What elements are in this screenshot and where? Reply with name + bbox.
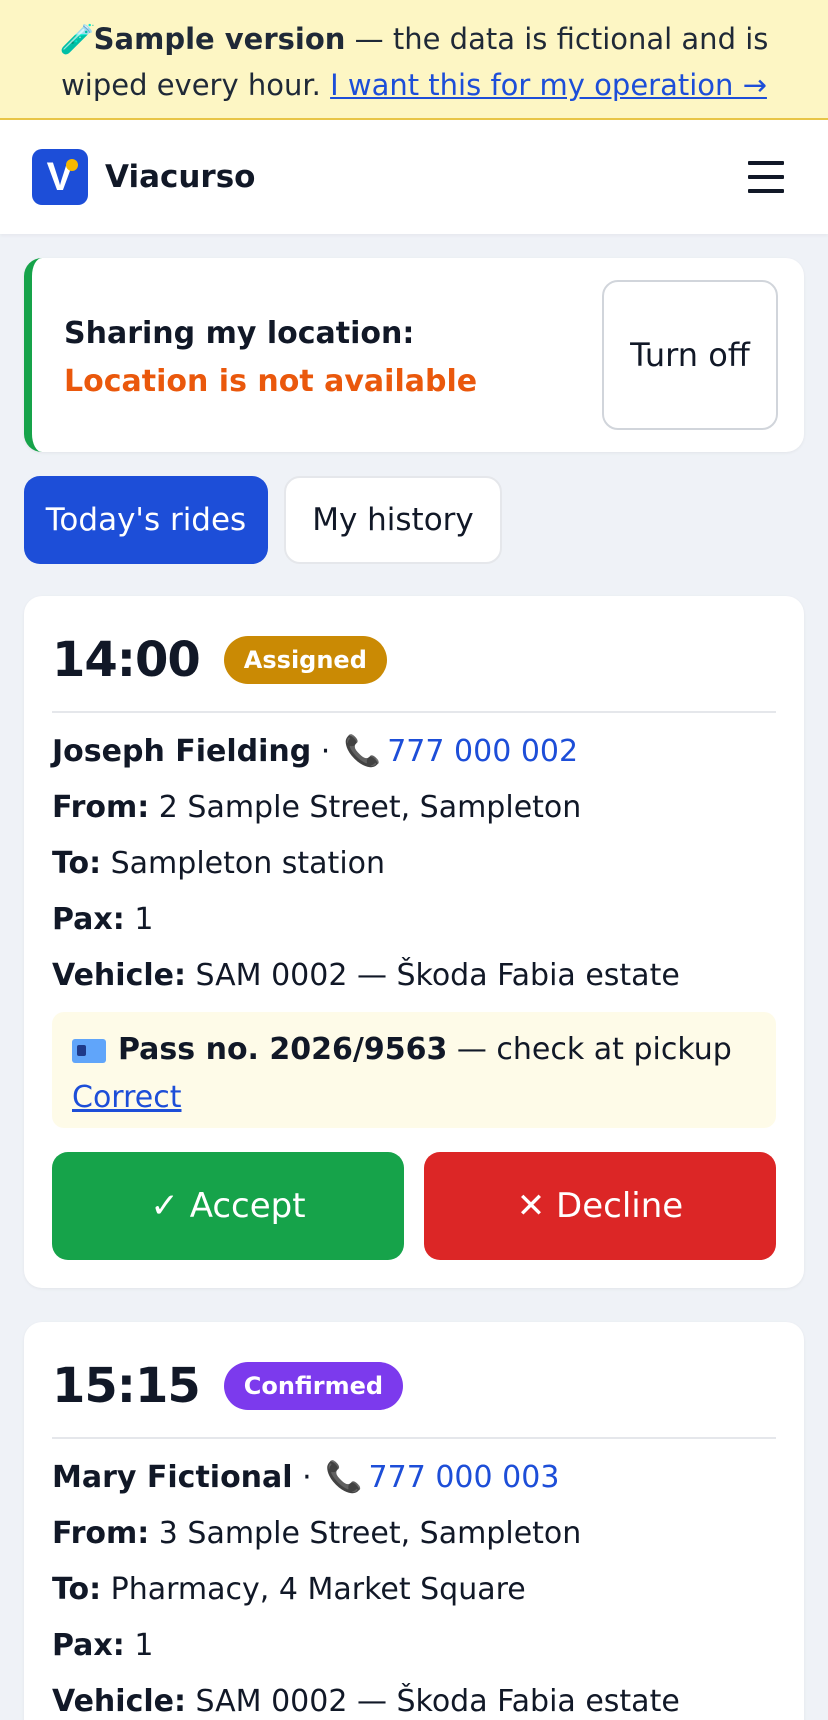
pax-count: 1 [124,1628,154,1663]
to-address: Sampleton station [101,846,386,881]
status-badge: Assigned [223,636,387,684]
demo-banner: 🧪Sample version — the data is fictional … [0,0,828,120]
vehicle-line: Vehicle: SAM 0002 — Škoda Fabia estate [52,958,680,993]
turn-off-location-button[interactable]: Turn off [602,280,778,430]
brand-name: Viacurso [105,159,256,195]
id-card-icon [72,1038,106,1063]
vehicle-line: Vehicle: SAM 0002 — Škoda Fabia estate [52,1684,680,1719]
passenger-line: Mary Fictional · 📞 777 000 003 [52,1460,560,1495]
pax-line: Pax: 1 [52,1628,154,1663]
phone-icon: 📞 [343,734,382,769]
pass-number: Pass no. 2026/9563 [118,1032,448,1067]
from-address: 3 Sample Street, Sampleton [149,1516,582,1551]
logo-icon: V [32,149,88,205]
to-address: Pharmacy, 4 Market Square [101,1572,526,1607]
tab-my-history[interactable]: My history [284,476,502,564]
to-line: To: Pharmacy, 4 Market Square [52,1572,526,1607]
divider [52,1437,776,1439]
decline-button[interactable]: ✕ Decline [424,1152,776,1260]
phone-link[interactable]: 777 000 003 [369,1460,560,1495]
location-status-text: Sharing my location: Location is not ava… [64,310,564,406]
pax-line: Pax: 1 [52,902,154,937]
location-sharing-card: Sharing my location: Location is not ava… [24,258,804,452]
from-line: From: 2 Sample Street, Sampleton [52,790,582,825]
hamburger-menu-icon[interactable] [748,161,784,193]
divider [52,711,776,713]
pass-notice: Pass no. 2026/9563 — check at pickup Cor… [52,1012,776,1128]
app-header: V Viacurso [0,120,828,234]
banner-cta-link[interactable]: I want this for my operation → [330,68,767,102]
accept-button[interactable]: ✓ Accept [52,1152,404,1260]
ride-time: 14:00 [52,632,201,688]
to-line: To: Sampleton station [52,846,386,881]
correct-pass-link[interactable]: Correct [72,1080,182,1115]
location-status: Location is not available [64,364,478,399]
ride-tabs: Today's rides My history [24,476,502,564]
ride-card: 15:15 Confirmed Mary Fictional · 📞 777 00… [24,1322,804,1720]
brand[interactable]: V Viacurso [32,149,255,205]
from-address: 2 Sample Street, Sampleton [149,790,582,825]
from-line: From: 3 Sample Street, Sampleton [52,1516,582,1551]
passenger-name: Joseph Fielding [52,734,312,769]
ride-card: 14:00 Assigned Joseph Fielding · 📞 777 00… [24,596,804,1288]
location-label: Sharing my location: [64,316,415,351]
tab-todays-rides[interactable]: Today's rides [24,476,268,564]
passenger-line: Joseph Fielding · 📞 777 000 002 [52,734,579,769]
vehicle-info: SAM 0002 — Škoda Fabia estate [185,958,680,993]
vehicle-info: SAM 0002 — Škoda Fabia estate [185,1684,680,1719]
phone-icon: 📞 [325,1460,363,1495]
ride-time: 15:15 [52,1358,201,1414]
passenger-name: Mary Fictional [52,1460,293,1495]
banner-title: Sample version [93,22,346,56]
status-badge: Confirmed [223,1362,404,1410]
test-tube-icon: 🧪 [59,22,96,56]
pax-count: 1 [124,902,154,937]
phone-link[interactable]: 777 000 002 [387,734,578,769]
